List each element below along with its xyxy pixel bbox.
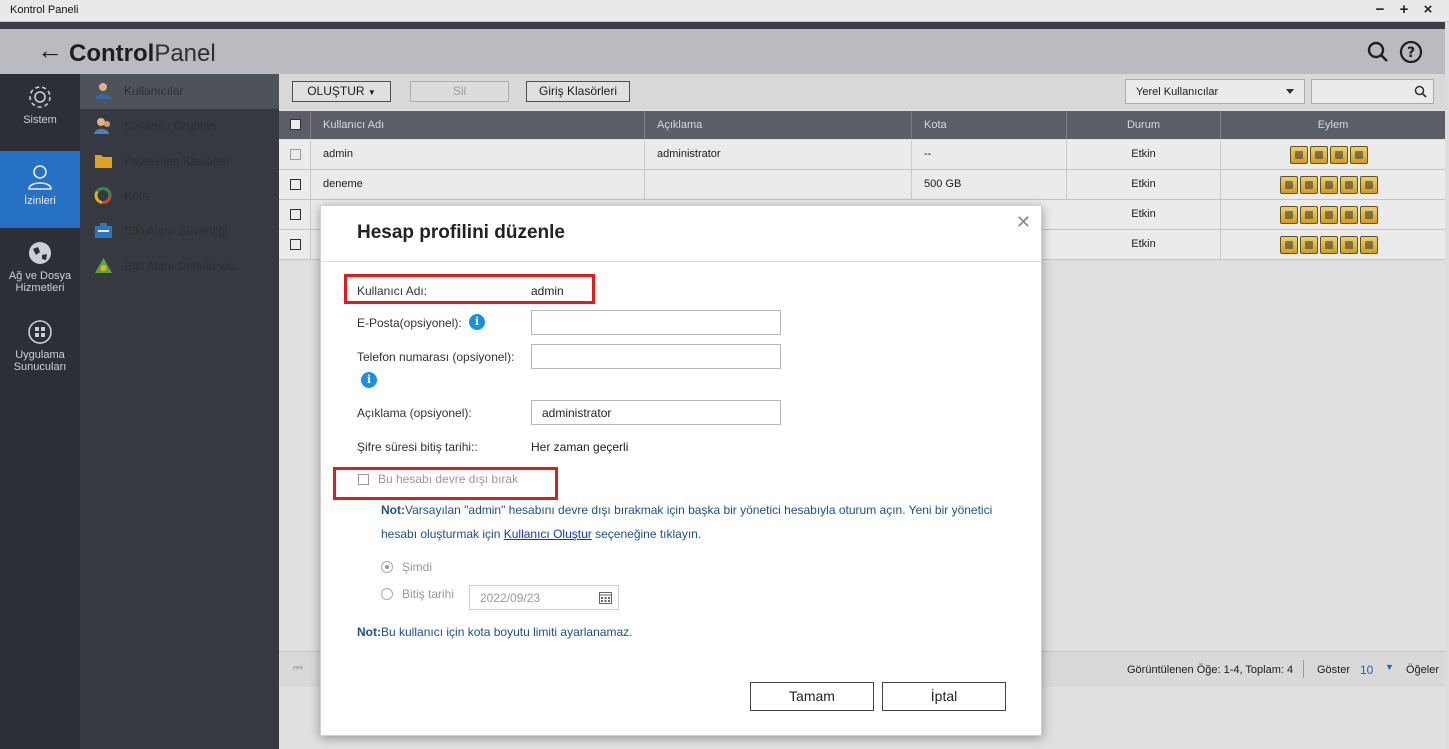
radio-now[interactable] <box>381 561 393 573</box>
radio-end-date[interactable] <box>381 588 393 600</box>
os-window-title: Kontrol Paneli <box>10 4 79 16</box>
os-titlebar: Kontrol Paneli − + × <box>0 0 1449 22</box>
note-text: hesabı oluşturmak için <box>381 527 501 541</box>
note-text: seçeneğine tıklayın. <box>595 527 702 541</box>
email-field[interactable] <box>531 310 781 335</box>
cancel-button[interactable]: İptal <box>882 682 1006 711</box>
info-icon[interactable]: i <box>469 314 485 330</box>
disable-account-label: Bu hesabı devre dışı bırak <box>378 472 519 486</box>
dialog-title: Hesap profilini düzenle <box>357 222 565 243</box>
quota-note: Not:Bu kullanıcı için kota boyutu limiti… <box>357 620 632 644</box>
maximize-button[interactable]: + <box>1394 1 1414 18</box>
username-label: Kullanıcı Adı: <box>357 284 428 298</box>
end-date-field[interactable]: 2022/09/23 <box>469 585 619 610</box>
radio-now-label: Şimdi <box>402 560 433 574</box>
phone-field[interactable] <box>531 344 781 369</box>
description-label: Açıklama (opsiyonel): <box>357 406 472 420</box>
create-user-link[interactable]: Kullanıcı Oluştur <box>504 527 592 541</box>
note-text: Bu kullanıcı için kota boyutu limiti aya… <box>381 625 633 639</box>
disable-account-checkbox[interactable] <box>358 474 369 485</box>
ok-button[interactable]: Tamam <box>750 682 874 711</box>
close-window-button[interactable]: × <box>1418 1 1438 18</box>
admin-disable-note: Not:Varsayılan "admin" hesabını devre dı… <box>381 498 1021 546</box>
username-value: admin <box>531 284 564 298</box>
phone-label: Telefon numarası (opsiyonel): <box>357 350 515 364</box>
divider <box>321 261 1041 262</box>
note-prefix: Not: <box>381 503 405 517</box>
close-icon[interactable]: ✕ <box>1016 212 1031 233</box>
note-text: Varsayılan "admin" hesabını devre dışı b… <box>405 503 993 517</box>
info-icon[interactable]: i <box>361 372 377 388</box>
email-label: E-Posta(opsiyonel): <box>357 316 462 330</box>
edit-account-profile-dialog: ✕ Hesap profilini düzenle Kullanıcı Adı:… <box>320 205 1042 736</box>
password-expiry-label: Şifre süresi bitiş tarihi:: <box>357 440 478 454</box>
radio-end-date-label: Bitiş tarihi <box>402 587 455 601</box>
minimize-button[interactable]: − <box>1370 1 1390 18</box>
calendar-icon[interactable] <box>599 591 612 604</box>
password-expiry-value: Her zaman geçerli <box>531 440 629 454</box>
description-field[interactable]: administrator <box>531 400 781 425</box>
end-date-value: 2022/09/23 <box>480 591 541 605</box>
note-prefix: Not: <box>357 625 381 639</box>
